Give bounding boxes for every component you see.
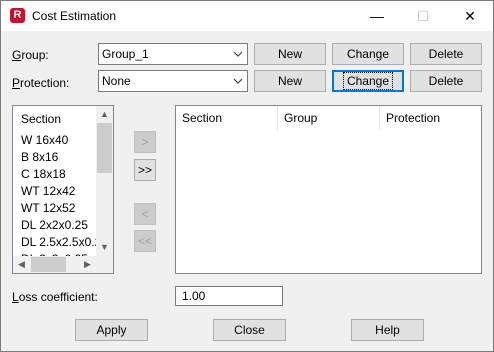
list-item[interactable]: B 8x16 (21, 150, 58, 164)
minimize-button[interactable]: — (354, 1, 400, 31)
chevron-down-icon (233, 51, 243, 57)
app-icon: R (10, 8, 25, 23)
section-listbox[interactable]: Section W 16x40 B 8x16 C 18x18 WT 12x42 … (12, 105, 114, 274)
protection-value: None (102, 74, 131, 88)
list-item[interactable]: WT 12x42 (21, 184, 75, 198)
list-item[interactable]: DL 2.5x2.5x0.2 (21, 235, 101, 249)
remove-all-button[interactable]: << (134, 230, 156, 252)
loss-coefficient-label: Loss coefficient: (12, 290, 98, 304)
group-label: Group: (12, 48, 49, 62)
group-combobox[interactable]: Group_1 (98, 43, 248, 65)
scroll-thumb[interactable] (97, 123, 112, 173)
apply-button[interactable]: Apply (75, 319, 148, 341)
scroll-up-icon[interactable]: ▲ (96, 106, 113, 123)
close-button[interactable]: Close (213, 319, 286, 341)
group-new-button[interactable]: New (254, 43, 326, 65)
list-item[interactable]: W 16x40 (21, 133, 68, 147)
list-item[interactable]: DL 2x2x0.25 (21, 218, 88, 232)
protection-label: Protection: (12, 76, 70, 90)
assigned-sections-table[interactable]: Section Group Protection (175, 105, 482, 274)
chevron-down-icon (233, 78, 243, 84)
scroll-right-icon[interactable]: ▶ (79, 256, 96, 273)
window-title: Cost Estimation (32, 9, 117, 23)
remove-one-button[interactable]: < (134, 203, 156, 225)
maximize-button: ☐ (416, 8, 430, 24)
protection-delete-button[interactable]: Delete (410, 70, 482, 92)
list-item[interactable]: WT 12x52 (21, 201, 75, 215)
scroll-corner (96, 256, 113, 273)
list-item[interactable]: C 18x18 (21, 167, 66, 181)
group-delete-button[interactable]: Delete (410, 43, 482, 65)
section-vertical-scrollbar[interactable]: ▲ ▼ (96, 106, 113, 256)
protection-change-button[interactable]: Change (332, 70, 404, 92)
scroll-down-icon[interactable]: ▼ (96, 239, 113, 256)
add-one-button[interactable]: > (134, 131, 156, 153)
close-window-button[interactable]: ✕ (447, 1, 493, 31)
section-list-header: Section (21, 112, 62, 126)
scroll-thumb[interactable] (31, 257, 66, 272)
section-horizontal-scrollbar[interactable]: ◀ ▶ (13, 256, 96, 273)
protection-new-button[interactable]: New (254, 70, 326, 92)
cost-estimation-dialog: R Cost Estimation — ☐ ✕ Group: Group_1 N… (0, 0, 494, 352)
column-header-group[interactable]: Group (278, 106, 380, 130)
title-bar: R Cost Estimation — ☐ ✕ (1, 1, 493, 31)
scroll-left-icon[interactable]: ◀ (13, 256, 30, 273)
loss-coefficient-input[interactable]: 1.00 (175, 286, 283, 306)
help-button[interactable]: Help (351, 319, 424, 341)
protection-combobox[interactable]: None (98, 70, 248, 92)
column-header-protection[interactable]: Protection (380, 106, 481, 130)
group-change-button[interactable]: Change (332, 43, 404, 65)
add-all-button[interactable]: >> (134, 159, 156, 181)
column-header-section[interactable]: Section (176, 106, 278, 130)
group-value: Group_1 (102, 47, 149, 61)
